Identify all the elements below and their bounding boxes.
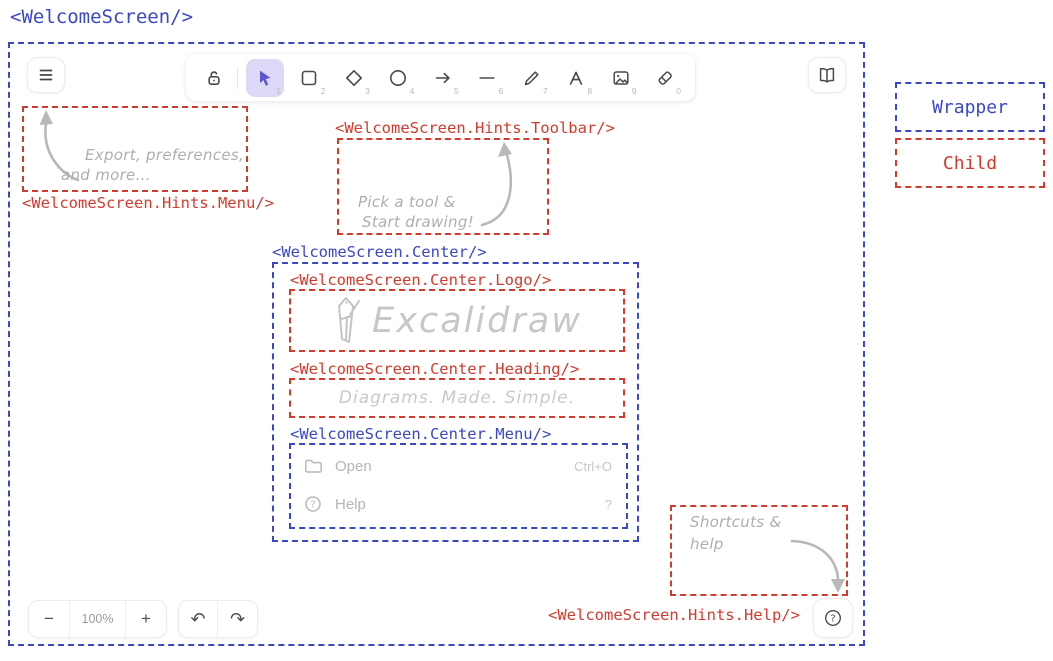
excalidraw-pencil-logo-icon — [332, 295, 362, 347]
hints-help-label: <WelcomeScreen.Hints.Help/> — [548, 606, 800, 624]
center-menu-box: Open Ctrl+O ? Help ? — [289, 443, 628, 529]
legend-child-label: Child — [943, 153, 997, 174]
svg-text:?: ? — [310, 499, 315, 510]
tool-draw[interactable]: 7 — [513, 59, 551, 97]
tool-badge: 4 — [410, 86, 415, 96]
tool-badge: 6 — [498, 86, 503, 96]
page-title: <WelcomeScreen/> — [10, 6, 193, 28]
tool-line[interactable]: 6 — [468, 59, 506, 97]
tool-selection[interactable]: 1 — [246, 59, 284, 97]
tool-diamond[interactable]: 3 — [335, 59, 373, 97]
library-button[interactable] — [808, 57, 846, 93]
tool-badge: 8 — [587, 86, 592, 96]
arrow-icon — [433, 68, 453, 88]
tool-badge: 0 — [676, 86, 681, 96]
history-controls: ↶ ↷ — [178, 600, 258, 638]
center-menu-label: <WelcomeScreen.Center.Menu/> — [290, 425, 551, 443]
hamburger-icon — [36, 65, 56, 85]
toolbar: 1 2 3 — [186, 54, 695, 101]
tool-badge: 7 — [543, 86, 548, 96]
menu-item-label: Open — [335, 458, 372, 475]
menu-hint-text-line1: Export, preferences, — [85, 146, 244, 164]
folder-icon — [303, 456, 323, 476]
welcome-screen-doc-page: <WelcomeScreen/> — [0, 0, 1053, 661]
line-icon — [477, 68, 497, 88]
help-question-icon: ? — [823, 608, 843, 628]
center-logo-box: Excalidraw — [289, 289, 625, 352]
tool-badge: 1 — [276, 86, 281, 96]
legend-wrapper-box: Wrapper — [895, 82, 1045, 132]
help-hint-text-line1: Shortcuts & — [690, 513, 781, 531]
undo-button[interactable]: ↶ — [179, 601, 218, 637]
toolbar-hint-text-line1: Pick a tool & — [358, 193, 456, 211]
center-heading-text: Diagrams. Made. Simple. — [339, 388, 575, 408]
help-hint-text-line2: help — [690, 535, 724, 553]
hints-toolbar-label: <WelcomeScreen.Hints.Toolbar/> — [335, 119, 615, 137]
ellipse-icon — [388, 68, 408, 88]
center-label: <WelcomeScreen.Center/> — [272, 243, 487, 261]
toolbar-hint-text-line2: Start drawing! — [362, 213, 474, 231]
rectangle-icon — [299, 68, 319, 88]
redo-button[interactable]: ↷ — [218, 601, 257, 637]
legend-wrapper-label: Wrapper — [932, 97, 1008, 118]
tools-row: 1 2 3 — [246, 59, 684, 97]
zoom-in-button[interactable]: + — [126, 601, 166, 637]
center-logo-label: <WelcomeScreen.Center.Logo/> — [290, 271, 551, 289]
tool-ellipse[interactable]: 4 — [379, 59, 417, 97]
tool-rectangle[interactable]: 2 — [290, 59, 328, 97]
lock-tool-button[interactable] — [197, 59, 231, 97]
center-heading-box: Diagrams. Made. Simple. — [289, 378, 625, 418]
selection-cursor-icon — [255, 68, 275, 88]
zoom-out-button[interactable]: − — [29, 601, 69, 637]
center-heading-label: <WelcomeScreen.Center.Heading/> — [290, 360, 579, 378]
center-menu-item-help[interactable]: ? Help ? — [303, 492, 612, 516]
help-hint-arrow-icon — [780, 528, 850, 598]
hints-menu-label: <WelcomeScreen.Hints.Menu/> — [22, 194, 274, 212]
pencil-icon — [522, 68, 542, 88]
question-icon: ? — [303, 494, 323, 514]
zoom-level[interactable]: 100% — [69, 601, 126, 637]
tool-image[interactable]: 9 — [602, 59, 640, 97]
tool-text[interactable]: 8 — [557, 59, 595, 97]
menu-item-shortcut: ? — [605, 497, 612, 512]
diamond-icon — [344, 68, 364, 88]
tool-arrow[interactable]: 5 — [424, 59, 462, 97]
excalidraw-logo-text: Excalidraw — [372, 301, 582, 341]
tool-badge: 3 — [365, 86, 370, 96]
svg-text:?: ? — [830, 614, 835, 625]
menu-item-label: Help — [335, 496, 366, 513]
zoom-controls: − 100% + — [28, 600, 167, 638]
book-icon — [817, 65, 837, 85]
legend-child-box: Child — [895, 138, 1045, 188]
tool-eraser[interactable]: 0 — [646, 59, 684, 97]
lock-icon — [204, 68, 224, 88]
menu-item-shortcut: Ctrl+O — [574, 459, 612, 474]
text-icon — [566, 68, 586, 88]
image-icon — [611, 68, 631, 88]
tool-badge: 2 — [321, 86, 326, 96]
help-button[interactable]: ? — [813, 598, 853, 638]
tool-badge: 5 — [454, 86, 459, 96]
toolbar-divider — [237, 67, 238, 89]
center-menu-item-open[interactable]: Open Ctrl+O — [303, 454, 612, 478]
main-menu-button[interactable] — [27, 57, 65, 93]
eraser-icon — [655, 68, 675, 88]
menu-hint-text-line2: and more... — [61, 166, 151, 184]
tool-badge: 9 — [632, 86, 637, 96]
